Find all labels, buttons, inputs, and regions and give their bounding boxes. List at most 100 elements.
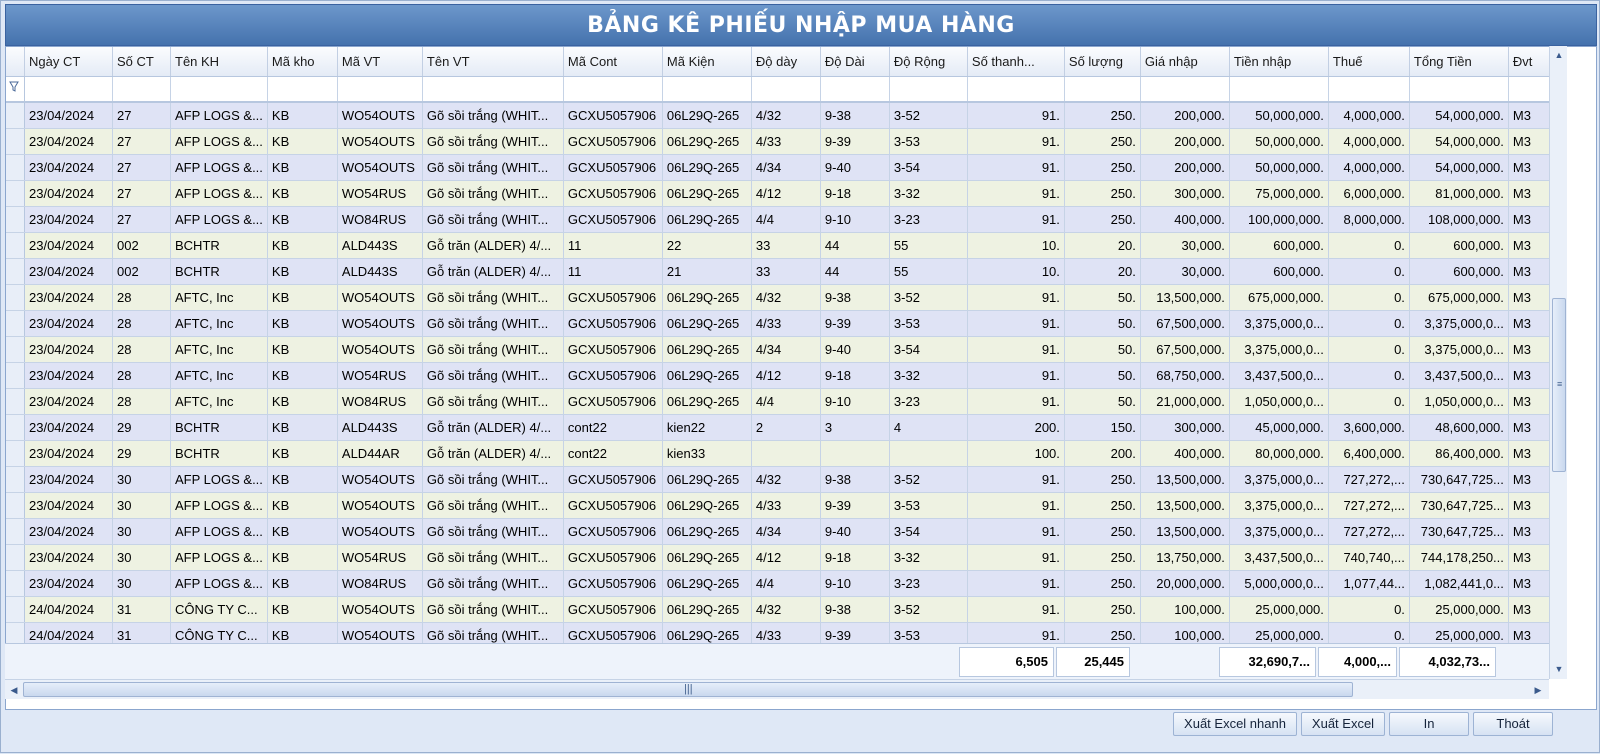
table-cell[interactable]: 600,000. xyxy=(1229,258,1329,285)
table-cell[interactable]: 22 xyxy=(662,232,752,259)
exit-button[interactable]: Thoát xyxy=(1473,712,1553,736)
table-cell[interactable]: AFP LOGS &... xyxy=(170,518,268,545)
table-cell[interactable]: WO84RUS xyxy=(337,570,423,597)
scroll-down-icon[interactable]: ▼ xyxy=(1552,662,1566,676)
table-cell[interactable]: 55 xyxy=(889,232,968,259)
table-cell[interactable]: KB xyxy=(267,310,338,337)
table-cell[interactable]: Gõ sồi trắng (WHIT... xyxy=(422,466,564,493)
table-cell[interactable]: 250. xyxy=(1064,596,1141,623)
table-cell[interactable]: 200. xyxy=(1064,440,1141,467)
table-cell[interactable]: 4/4 xyxy=(751,570,821,597)
table-cell[interactable]: 3-32 xyxy=(889,180,968,207)
row-indicator[interactable] xyxy=(6,414,25,441)
table-cell[interactable]: 730,647,725... xyxy=(1409,492,1509,519)
table-row[interactable]: 23/04/2024 27 AFP LOGS &... KB WO54OUTS Gõ sồ… xyxy=(6,128,1559,155)
table-cell[interactable]: 730,647,725... xyxy=(1409,518,1509,545)
table-cell[interactable]: Gõ sồi trắng (WHIT... xyxy=(422,336,564,363)
table-cell[interactable]: 91. xyxy=(967,492,1065,519)
table-cell[interactable]: 3,375,000,0... xyxy=(1229,310,1329,337)
table-cell[interactable]: 06L29Q-265 xyxy=(662,310,752,337)
table-cell[interactable]: WO54RUS xyxy=(337,180,423,207)
table-cell[interactable]: 06L29Q-265 xyxy=(662,544,752,571)
table-cell[interactable]: 67,500,000. xyxy=(1140,310,1230,337)
table-cell[interactable]: AFP LOGS &... xyxy=(170,544,268,571)
table-cell[interactable]: 3-53 xyxy=(889,492,968,519)
table-cell[interactable]: 91. xyxy=(967,180,1065,207)
table-cell[interactable]: 23/04/2024 xyxy=(24,414,113,441)
column-header[interactable]: Tên VT xyxy=(422,47,564,77)
table-cell[interactable]: 250. xyxy=(1064,102,1141,129)
table-cell[interactable]: Gỗ trăn (ALDER) 4/... xyxy=(422,440,564,467)
table-cell[interactable]: 06L29Q-265 xyxy=(662,154,752,181)
table-cell[interactable]: 06L29Q-265 xyxy=(662,570,752,597)
table-row[interactable]: 23/04/2024 002 BCHTR KB ALD443S Gỗ trăn (ALDE… xyxy=(6,232,1559,259)
table-cell[interactable]: 06L29Q-265 xyxy=(662,102,752,129)
table-cell[interactable]: 27 xyxy=(112,154,171,181)
table-row[interactable]: 23/04/2024 30 AFP LOGS &... KB WO54OUTS Gõ sồ… xyxy=(6,518,1559,545)
table-cell[interactable]: GCXU5057906 xyxy=(563,570,663,597)
table-cell[interactable]: 150. xyxy=(1064,414,1141,441)
table-cell[interactable]: KB xyxy=(267,102,338,129)
table-cell[interactable]: 54,000,000. xyxy=(1409,154,1509,181)
table-cell[interactable]: WO54OUTS xyxy=(337,284,423,311)
table-cell[interactable]: AFTC, Inc xyxy=(170,284,268,311)
table-cell[interactable]: 9-39 xyxy=(820,128,890,155)
table-row[interactable]: 23/04/2024 27 AFP LOGS &... KB WO54OUTS Gõ sồ… xyxy=(6,102,1559,129)
table-cell[interactable]: KB xyxy=(267,388,338,415)
table-cell[interactable]: 250. xyxy=(1064,154,1141,181)
table-cell[interactable]: Gõ sồi trắng (WHIT... xyxy=(422,518,564,545)
filter-cell[interactable] xyxy=(422,76,564,103)
table-cell[interactable]: 23/04/2024 xyxy=(24,310,113,337)
table-cell[interactable]: BCHTR xyxy=(170,232,268,259)
table-cell[interactable]: 06L29Q-265 xyxy=(662,362,752,389)
table-cell[interactable]: GCXU5057906 xyxy=(563,128,663,155)
table-cell[interactable]: 9-18 xyxy=(820,544,890,571)
table-cell[interactable]: AFTC, Inc xyxy=(170,388,268,415)
table-cell[interactable]: 4/33 xyxy=(751,310,821,337)
column-header[interactable]: Mã Kiện xyxy=(662,47,752,77)
table-cell[interactable]: 21 xyxy=(662,258,752,285)
table-cell[interactable]: ALD443S xyxy=(337,232,423,259)
table-cell[interactable]: 3-54 xyxy=(889,154,968,181)
table-cell[interactable]: AFTC, Inc xyxy=(170,362,268,389)
filter-cell[interactable] xyxy=(1229,76,1329,103)
table-cell[interactable]: AFP LOGS &... xyxy=(170,154,268,181)
column-header[interactable]: Mã kho xyxy=(267,47,338,77)
table-cell[interactable]: 0. xyxy=(1328,310,1410,337)
table-cell[interactable]: 4 xyxy=(889,414,968,441)
row-indicator[interactable] xyxy=(6,180,25,207)
table-cell[interactable]: 33 xyxy=(751,232,821,259)
table-cell[interactable]: 0. xyxy=(1328,362,1410,389)
table-cell[interactable]: KB xyxy=(267,440,338,467)
table-cell[interactable]: 3,375,000,0... xyxy=(1229,466,1329,493)
table-cell[interactable]: WO54OUTS xyxy=(337,466,423,493)
table-cell[interactable]: 250. xyxy=(1064,206,1141,233)
table-row[interactable]: 23/04/2024 27 AFP LOGS &... KB WO54OUTS Gõ sồ… xyxy=(6,154,1559,181)
table-cell[interactable]: 55 xyxy=(889,258,968,285)
table-cell[interactable]: 002 xyxy=(112,258,171,285)
row-indicator[interactable] xyxy=(6,518,25,545)
table-cell[interactable]: 250. xyxy=(1064,570,1141,597)
table-cell[interactable]: WO54OUTS xyxy=(337,492,423,519)
table-cell[interactable] xyxy=(751,440,821,467)
table-cell[interactable]: 21,000,000. xyxy=(1140,388,1230,415)
filter-cell[interactable] xyxy=(889,76,968,103)
table-cell[interactable]: GCXU5057906 xyxy=(563,388,663,415)
row-indicator[interactable] xyxy=(6,596,25,623)
table-cell[interactable]: WO54OUTS xyxy=(337,102,423,129)
column-header[interactable]: Độ dày xyxy=(751,47,821,77)
row-indicator[interactable] xyxy=(6,362,25,389)
table-cell[interactable]: AFP LOGS &... xyxy=(170,466,268,493)
filter-cell[interactable] xyxy=(24,76,113,103)
table-cell[interactable]: 8,000,000. xyxy=(1328,206,1410,233)
table-cell[interactable]: 9-39 xyxy=(820,310,890,337)
table-cell[interactable]: Gỗ trăn (ALDER) 4/... xyxy=(422,232,564,259)
table-cell[interactable]: 4,000,000. xyxy=(1328,128,1410,155)
table-cell[interactable]: 4/33 xyxy=(751,128,821,155)
table-row[interactable]: 23/04/2024 28 AFTC, Inc KB WO54OUTS Gõ sồi tr… xyxy=(6,336,1559,363)
table-cell[interactable]: 45,000,000. xyxy=(1229,414,1329,441)
table-cell[interactable]: 30 xyxy=(112,466,171,493)
table-row[interactable]: 24/04/2024 31 CÔNG TY C... KB WO54OUTS Gõ sồi… xyxy=(6,596,1559,623)
row-indicator[interactable] xyxy=(6,466,25,493)
table-cell[interactable]: 3-52 xyxy=(889,466,968,493)
